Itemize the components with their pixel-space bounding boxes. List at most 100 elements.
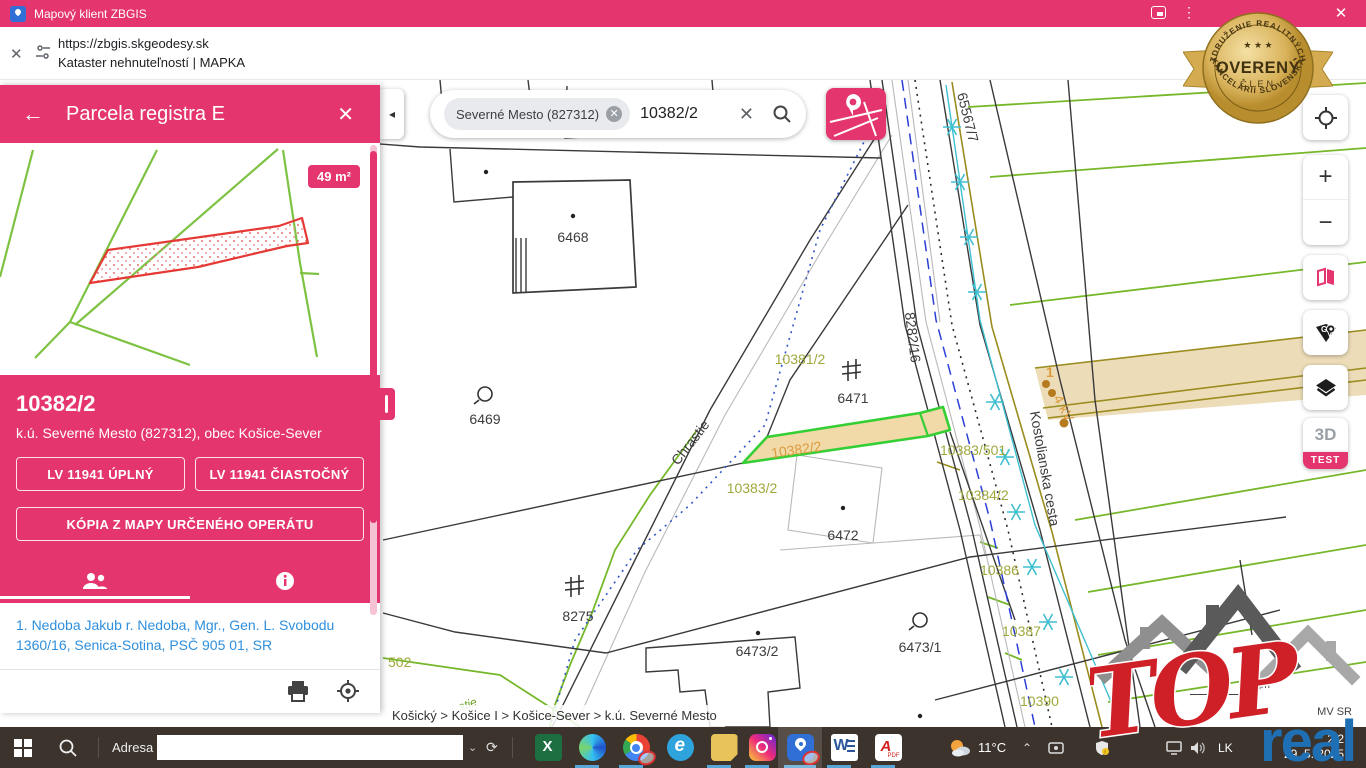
- owner-section: 1. Nedoba Jakub r. Nedoba, Mgr., Gen. L.…: [0, 603, 380, 713]
- taskbar-app-edge[interactable]: [570, 727, 614, 768]
- owner-link[interactable]: 1. Nedoba Jakub r. Nedoba, Mgr., Gen. L.…: [0, 603, 380, 667]
- browser-url-bar: ✕ https://zbgis.skgeodesy.sk Kataster ne…: [0, 27, 1366, 80]
- svg-text:8282/16: 8282/16: [902, 311, 924, 363]
- map-copy-button[interactable]: KÓPIA Z MAPY URČENÉHO OPERÁTU: [16, 507, 364, 541]
- zoom-out-button[interactable]: −: [1303, 200, 1348, 245]
- svg-text:10383/501: 10383/501: [940, 442, 1006, 458]
- back-arrow-icon[interactable]: ←: [22, 101, 44, 127]
- clear-search-icon[interactable]: ✕: [739, 104, 754, 125]
- active-tab-indicator: [0, 596, 190, 599]
- svg-text:8275: 8275: [562, 608, 593, 624]
- basemap-switcher-button[interactable]: [826, 88, 886, 140]
- panel-close-icon[interactable]: ✕: [337, 102, 354, 127]
- tray-camera-icon[interactable]: [1048, 727, 1064, 768]
- svg-text:Chrastie: Chrastie: [668, 417, 713, 468]
- svg-text:6468: 6468: [557, 229, 588, 245]
- zoom-control: + −: [1303, 155, 1348, 245]
- info-icon: [275, 571, 295, 591]
- taskbar-app-chrome[interactable]: [614, 727, 658, 768]
- seal-stars: ★ ★ ★: [1243, 40, 1272, 50]
- svg-text:10381/2: 10381/2: [775, 351, 826, 367]
- svg-text:6473/2: 6473/2: [736, 643, 779, 659]
- search-icon[interactable]: [772, 104, 792, 124]
- address-dropdown-chevron[interactable]: ⌄: [468, 727, 477, 768]
- layers-button[interactable]: [1303, 365, 1348, 410]
- tray-volume-icon[interactable]: [1190, 727, 1208, 768]
- parcel-info: 10382/2 k.ú. Severné Mesto (827312), obe…: [0, 375, 380, 541]
- refresh-icon[interactable]: ⟳: [486, 727, 498, 768]
- overeny-seal: ZDRUŽENIE REALITNÝCH ★ ★ ★ OVERENÝ ČLEN …: [1183, 6, 1333, 126]
- taskbar-search-button[interactable]: [58, 727, 78, 768]
- weather-icon: [948, 738, 972, 758]
- svg-text:6471: 6471: [837, 390, 868, 406]
- address-toolbar-label: Adresa: [112, 727, 153, 768]
- language-indicator[interactable]: LK: [1218, 727, 1233, 768]
- start-button[interactable]: [14, 727, 32, 768]
- svg-text:10384/2: 10384/2: [958, 487, 1009, 503]
- clock-time: 2:2: [1284, 732, 1344, 747]
- parcel-subtitle: k.ú. Severné Mesto (827312), obec Košice…: [16, 425, 364, 441]
- panel-title: Parcela registra E: [66, 103, 337, 126]
- extension-icon[interactable]: [1151, 6, 1166, 19]
- svg-text:6472: 6472: [827, 527, 858, 543]
- taskbar-app-word[interactable]: W: [822, 727, 866, 768]
- svg-text:6473/1: 6473/1: [899, 639, 942, 655]
- scale-label: 0 m: [1252, 679, 1270, 691]
- search-chip-label: Severné Mesto (827312): [456, 107, 599, 122]
- panel-tabs: [0, 563, 380, 599]
- tray-expand-chevron[interactable]: ⌃: [1022, 727, 1032, 768]
- tab-info[interactable]: [190, 563, 380, 599]
- area-badge: 49 m²: [308, 165, 360, 188]
- print-button[interactable]: [286, 679, 310, 703]
- svg-text:502: 502: [388, 654, 412, 670]
- zoom-in-button[interactable]: +: [1303, 155, 1348, 200]
- sketch-highlighted-parcel: [90, 218, 308, 283]
- panel-scrollbar-thumb[interactable]: [370, 151, 377, 523]
- tab-owners[interactable]: [0, 563, 190, 599]
- tray-network-icon[interactable]: [1166, 727, 1182, 768]
- taskbar-app-zbgis-map[interactable]: [778, 727, 822, 768]
- url-text[interactable]: https://zbgis.skgeodesy.sk: [58, 34, 245, 53]
- street-view-button[interactable]: G: [1303, 310, 1348, 355]
- svg-text:6469: 6469: [469, 411, 500, 427]
- svg-text:10387: 10387: [1002, 623, 1041, 639]
- search-chip[interactable]: Severné Mesto (827312) ✕: [444, 98, 630, 130]
- lv-full-button[interactable]: LV 11941 ÚPLNÝ: [16, 457, 185, 491]
- taskbar-app-excel[interactable]: X: [526, 727, 570, 768]
- parcel-detail-panel: ← Parcela registra E ✕ 49 m² 10382/2 k.ú: [0, 85, 380, 713]
- close-icon[interactable]: ✕: [10, 45, 23, 63]
- 3d-test-badge: TEST: [1303, 452, 1348, 469]
- lv-partial-button[interactable]: LV 11941 ČIASTOČNÝ: [195, 457, 364, 491]
- locate-parcel-button[interactable]: [336, 679, 360, 703]
- scale-bar: [1190, 694, 1254, 695]
- parcel-sketch: 49 m²: [0, 143, 380, 375]
- svg-text:1: 1: [1046, 364, 1054, 380]
- panel-drag-handle[interactable]: [378, 388, 395, 420]
- search-bar[interactable]: Severné Mesto (827312) ✕ 10382/2 ✕: [430, 90, 806, 138]
- map-attribution: MV SR: [1317, 706, 1352, 718]
- search-collapse-button[interactable]: ◂: [380, 89, 404, 139]
- svg-text:Kostolianska cesta: Kostolianska cesta: [1027, 410, 1063, 528]
- weather-temp: 11°C: [978, 740, 1006, 755]
- windows-taskbar: Adresa ⌄ ⟳ X e W: [0, 727, 1366, 768]
- taskbar-app-acrobat[interactable]: A PDF: [866, 727, 910, 768]
- panel-header: ← Parcela registra E ✕: [0, 85, 380, 143]
- weather-widget[interactable]: 11°C: [948, 727, 1006, 768]
- address-toolbar-input[interactable]: [157, 735, 463, 760]
- map-canvas[interactable]: 6468 6469 6471 6472 6473/2 6473/1 8275 8…: [380, 80, 1366, 727]
- clock-date: 29. 5. 2025: [1284, 747, 1344, 762]
- app-icon: [10, 6, 26, 22]
- window-title: Mapový klient ZBGIS: [34, 7, 147, 21]
- chip-remove-icon[interactable]: ✕: [606, 106, 622, 122]
- people-icon: [82, 571, 108, 591]
- taskbar-app-internet-explorer[interactable]: e: [658, 727, 702, 768]
- cadastral-map: 6468 6469 6471 6472 6473/2 6473/1 8275 8…: [380, 80, 1366, 727]
- 3d-mode-button[interactable]: 3D: [1303, 418, 1348, 452]
- breadcrumb[interactable]: Košický > Košice I > Košice-Sever > k.ú.…: [384, 705, 725, 727]
- split-view-button[interactable]: [1303, 255, 1348, 300]
- svg-text:10386: 10386: [980, 562, 1019, 578]
- tray-security-shield-icon[interactable]: !: [1094, 727, 1110, 768]
- search-input[interactable]: 10382/2: [640, 105, 739, 123]
- tune-icon[interactable]: [36, 44, 50, 60]
- clock[interactable]: 2:2 29. 5. 2025: [1284, 732, 1344, 762]
